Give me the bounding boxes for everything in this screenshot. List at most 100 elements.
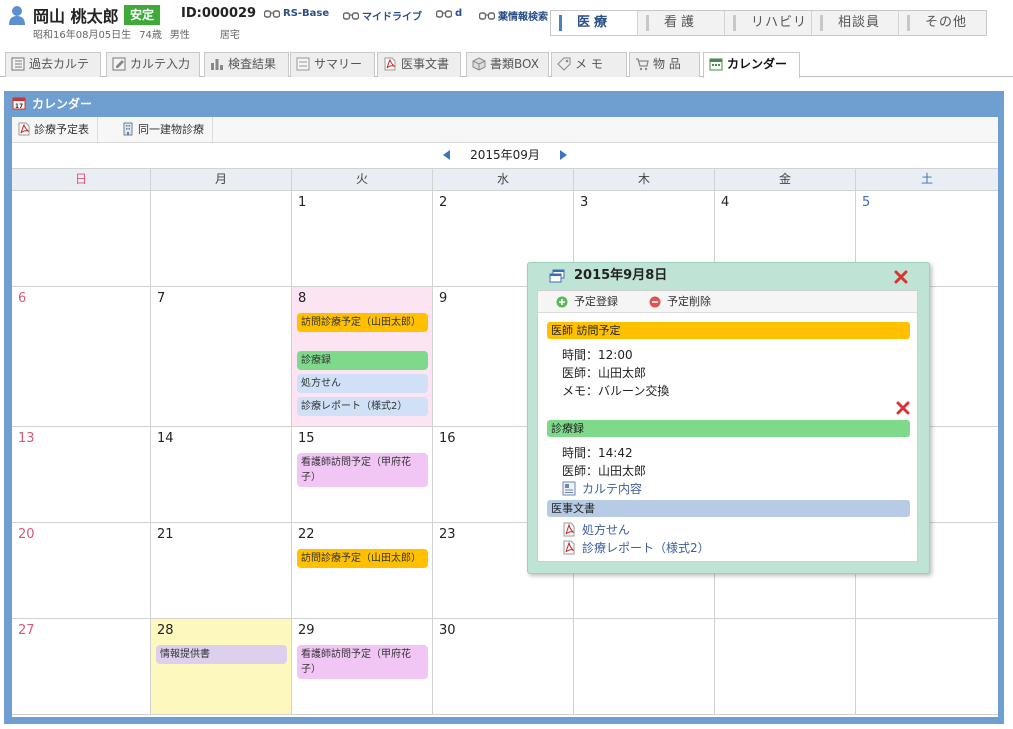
- prev-month-icon[interactable]: [443, 149, 451, 160]
- day-number: 14: [157, 431, 174, 446]
- calendar-day[interactable]: 1: [292, 191, 433, 286]
- role-tab-label: 看護: [664, 15, 699, 30]
- calendar-empty-day: [856, 619, 998, 714]
- calendar-day[interactable]: 27: [12, 619, 151, 714]
- popup-toolbar: 予定登録 予定削除: [538, 291, 917, 313]
- day-number: 6: [18, 291, 27, 306]
- tab-supplies[interactable]: 物 品: [629, 52, 700, 77]
- role-tab-medical[interactable]: 医療: [551, 11, 638, 35]
- weekday-label: 金: [715, 169, 856, 190]
- calendar-day[interactable]: 13: [12, 427, 151, 522]
- svg-text:17: 17: [15, 103, 23, 110]
- tab-label: サマリー: [314, 57, 363, 71]
- tab-label: 物 品: [653, 57, 681, 71]
- tab-marker: [559, 15, 562, 31]
- visit-section-header[interactable]: 医師 訪問予定: [547, 322, 910, 339]
- popup-body: 予定登録 予定削除 医師 訪問予定 時間：12:00 医師：山田太郎 メモ：バル…: [537, 290, 918, 562]
- calendar-day[interactable]: 14: [151, 427, 292, 522]
- tab-calendar[interactable]: カレンダー: [703, 52, 800, 78]
- weekday-label: 水: [433, 169, 574, 190]
- day-number: 5: [862, 195, 871, 210]
- glasses-icon: [264, 9, 280, 18]
- box-icon: [472, 57, 486, 71]
- calendar-event[interactable]: 診療録: [297, 351, 428, 370]
- schedule-pdf-button[interactable]: 診療予定表: [12, 117, 98, 142]
- link-label: 診療レポート（様式2）: [582, 541, 710, 555]
- calendar-day[interactable]: 22 訪問診療予定（山田太郎）: [292, 523, 433, 618]
- calendar-day[interactable]: 6: [12, 287, 151, 426]
- calendar-day[interactable]: 30: [433, 619, 574, 714]
- calendar-day[interactable]: 28 情報提供書: [151, 619, 292, 714]
- day-number: 2: [439, 195, 448, 210]
- list-icon: [296, 57, 310, 71]
- calendar-day[interactable]: 15 看護師訪問予定（甲府花子）: [292, 427, 433, 522]
- record-section-header[interactable]: 診療録: [547, 420, 910, 437]
- popup-title-bar: 2015年9月8日: [528, 263, 929, 289]
- weekday-label: 火: [292, 169, 433, 190]
- panel-title: カレンダー: [32, 97, 93, 111]
- role-tab-nursing[interactable]: 看護: [638, 11, 725, 35]
- calendar-event[interactable]: 看護師訪問予定（甲府花子）: [297, 645, 428, 679]
- day-number: 3: [580, 195, 589, 210]
- panel-title-bar: 17 カレンダー: [4, 91, 1004, 117]
- calendar-day[interactable]: 29 看護師訪問予定（甲府花子）: [292, 619, 433, 714]
- calendar-event[interactable]: 看護師訪問予定（甲府花子）: [297, 453, 428, 487]
- pdf-icon: [563, 522, 575, 537]
- link-my-drive[interactable]: マイドライブ: [343, 8, 422, 23]
- tab-document-box[interactable]: 書類BOX: [466, 52, 549, 77]
- calendar-day[interactable]: 8 訪問診療予定（山田太郎） 診療録 処方せん 診療レポート（様式2）: [292, 287, 433, 426]
- calendar-day[interactable]: 21: [151, 523, 292, 618]
- add-schedule-button[interactable]: 予定登録: [556, 291, 618, 313]
- weekday-label: 日: [12, 169, 151, 190]
- calendar-event[interactable]: 処方せん: [297, 374, 428, 393]
- calendar-icon: 17: [12, 97, 26, 110]
- month-label: 2015年09月: [470, 148, 540, 162]
- patient-details: 昭和16年08月05日生 74歳 男性 居宅: [33, 26, 248, 41]
- calendar-day[interactable]: 7: [151, 287, 292, 426]
- minus-circle-icon: [649, 296, 661, 308]
- calendar-empty-day: [574, 619, 715, 714]
- day-number: 4: [721, 195, 730, 210]
- tab-memo[interactable]: メ モ: [551, 52, 627, 77]
- doc-section-header: 医事文書: [547, 500, 910, 517]
- glasses-icon: [436, 9, 452, 18]
- role-tab-rehab[interactable]: リハビリ: [725, 11, 812, 35]
- visit-doctor: 医師：山田太郎: [562, 366, 647, 380]
- month-navigation: 2015年09月: [12, 143, 998, 168]
- report-link[interactable]: 診療レポート（様式2）: [562, 539, 710, 556]
- calendar-event[interactable]: 診療レポート（様式2）: [297, 397, 428, 416]
- weekday-label: 土: [920, 172, 933, 186]
- tab-test-results[interactable]: 検査結果: [204, 52, 289, 77]
- record-time: 時間：14:42: [562, 446, 633, 460]
- day-number: 28: [157, 623, 174, 638]
- notebook-icon: [11, 57, 25, 71]
- calendar-event[interactable]: 訪問診療予定（山田太郎）: [297, 313, 428, 332]
- delete-entry-icon[interactable]: [896, 401, 910, 415]
- tab-medical-docs[interactable]: 医事文書: [377, 52, 461, 77]
- calendar-icon: [709, 58, 723, 71]
- delete-schedule-button[interactable]: 予定削除: [649, 291, 711, 313]
- tab-summary[interactable]: サマリー: [290, 52, 375, 77]
- visit-memo: メモ：バルーン交換: [562, 384, 670, 398]
- role-tab-counselor[interactable]: 相談員: [812, 11, 899, 35]
- same-building-button[interactable]: 同一建物診療: [116, 117, 213, 142]
- tab-record-input[interactable]: カルテ入力: [106, 52, 200, 77]
- tab-label: カルテ入力: [130, 57, 191, 71]
- role-tab-label: その他: [925, 15, 968, 30]
- link-rs-base[interactable]: RS-Base: [264, 8, 329, 19]
- calendar-event[interactable]: 情報提供書: [156, 645, 287, 664]
- link-drug-search[interactable]: 薬情報検索: [479, 8, 548, 23]
- building-icon: [123, 122, 133, 136]
- close-icon[interactable]: [894, 270, 908, 284]
- prescription-link[interactable]: 処方せん: [562, 521, 630, 538]
- role-tab-other[interactable]: その他: [899, 11, 986, 35]
- calendar-week: 27 28 情報提供書 29 看護師訪問予定（甲府花子） 30: [12, 619, 998, 715]
- status-badge: 安定: [124, 5, 161, 25]
- calendar-event[interactable]: 訪問診療予定（山田太郎）: [297, 549, 428, 568]
- record-doctor: 医師：山田太郎: [562, 464, 647, 478]
- record-content-link[interactable]: カルテ内容: [562, 480, 642, 497]
- next-month-icon[interactable]: [559, 149, 567, 160]
- calendar-day[interactable]: 20: [12, 523, 151, 618]
- link-d[interactable]: d: [436, 8, 462, 19]
- tab-past-records[interactable]: 過去カルテ: [5, 52, 101, 77]
